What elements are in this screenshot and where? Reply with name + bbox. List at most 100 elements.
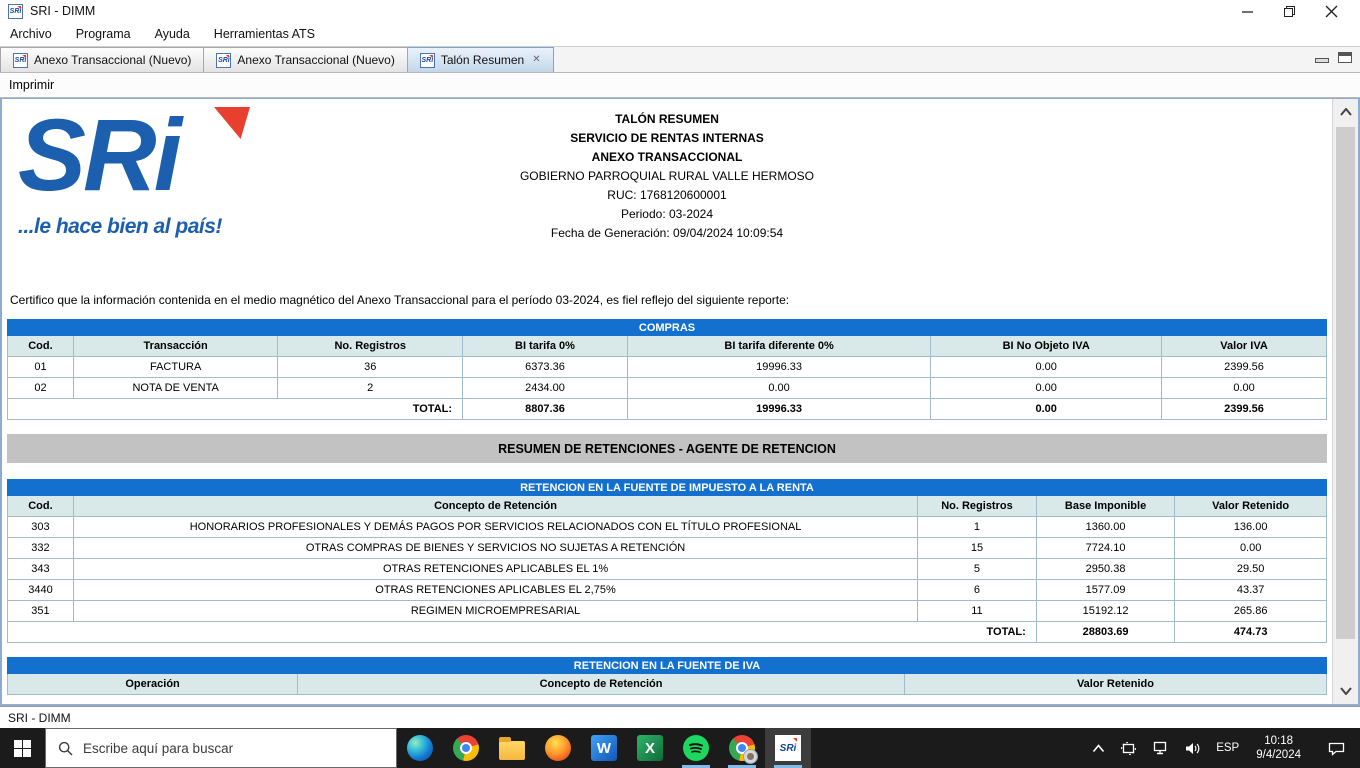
app-icon: SRi <box>8 4 23 19</box>
chrome-icon <box>453 735 479 761</box>
firefox-icon <box>545 735 571 761</box>
status-label: SRI - DIMM <box>8 711 71 725</box>
cell: 1577.09 <box>1036 580 1174 601</box>
col-header: Cod. <box>8 496 74 517</box>
restore-icon[interactable] <box>1282 4 1296 18</box>
table-row: 332 OTRAS COMPRAS DE BIENES Y SERVICIOS … <box>8 538 1327 559</box>
taskbar-sri-dimm[interactable]: SRi <box>765 728 811 768</box>
compras-table: COMPRAS Cod. Transacción No. Registros B… <box>7 319 1327 420</box>
taskbar-file-explorer[interactable] <box>489 728 535 768</box>
cell: 29.50 <box>1175 559 1327 580</box>
cell: OTRAS RETENCIONES APLICABLES EL 1% <box>73 559 917 580</box>
file-explorer-icon <box>499 741 525 760</box>
menu-herramientas-ats[interactable]: Herramientas ATS <box>214 27 315 41</box>
table-row: 351 REGIMEN MICROEMPRESARIAL 11 15192.12… <box>8 601 1327 622</box>
menu-bar: Archivo Programa Ayuda Herramientas ATS <box>0 22 1360 46</box>
tray-tablet-mode-icon[interactable] <box>1112 728 1145 768</box>
tab-anexo-transaccional-1[interactable]: SRi Anexo Transaccional (Nuevo) <box>0 47 204 72</box>
total-cell: 28803.69 <box>1036 622 1174 643</box>
cell: 351 <box>8 601 74 622</box>
cell: 303 <box>8 517 74 538</box>
total-cell: 19996.33 <box>627 399 930 420</box>
cell: 2950.38 <box>1036 559 1174 580</box>
vertical-scrollbar[interactable] <box>1332 99 1358 704</box>
cell: 15 <box>918 538 1037 559</box>
col-header: Cod. <box>8 336 74 357</box>
system-tray: ESP 10:18 9/4/2024 <box>1085 728 1360 768</box>
cell: REGIMEN MICROEMPRESARIAL <box>73 601 917 622</box>
scroll-down-icon[interactable] <box>1333 680 1358 702</box>
imprimir-button[interactable]: Imprimir <box>9 78 54 92</box>
scroll-up-icon[interactable] <box>1333 101 1358 123</box>
col-header: BI tarifa diferente 0% <box>627 336 930 357</box>
taskbar-spotify[interactable] <box>673 728 719 768</box>
col-header: Valor Retenido <box>904 674 1326 695</box>
col-header: No. Registros <box>278 336 463 357</box>
menu-programa[interactable]: Programa <box>76 27 131 41</box>
tab-talon-resumen[interactable]: SRi Talón Resumen ✕ <box>408 47 554 72</box>
tray-clock[interactable]: 10:18 9/4/2024 <box>1246 734 1311 762</box>
total-cell: 8807.36 <box>463 399 628 420</box>
compras-title: COMPRAS <box>8 320 1327 336</box>
taskbar-edge[interactable] <box>397 728 443 768</box>
taskbar-chrome[interactable] <box>443 728 489 768</box>
cell: 1360.00 <box>1036 517 1174 538</box>
sri-logo-tagline: ...le hace bien al país! <box>18 215 268 239</box>
window-title: SRI - DIMM <box>30 4 95 18</box>
start-button[interactable] <box>0 728 45 768</box>
minimize-icon[interactable] <box>1240 4 1254 18</box>
taskbar-search[interactable] <box>45 728 397 768</box>
edge-icon <box>407 735 433 761</box>
menu-ayuda[interactable]: Ayuda <box>155 27 190 41</box>
col-header: Concepto de Retención <box>298 674 905 695</box>
tray-network-icon[interactable] <box>1145 728 1177 768</box>
cell: 136.00 <box>1175 517 1327 538</box>
col-header: BI No Objeto IVA <box>931 336 1162 357</box>
search-input[interactable] <box>83 741 343 756</box>
toolbar: Imprimir <box>0 72 1360 98</box>
iva-header-row: Operación Concepto de Retención Valor Re… <box>8 674 1327 695</box>
col-header: BI tarifa 0% <box>463 336 628 357</box>
total-cell: 2399.56 <box>1162 399 1327 420</box>
menu-archivo[interactable]: Archivo <box>10 27 52 41</box>
total-label: TOTAL: <box>8 622 1037 643</box>
profile-avatar <box>743 749 758 764</box>
cell: 0.00 <box>627 378 930 399</box>
report-view: SRi ...le hace bien al país! TALÓN RESUM… <box>0 98 1360 706</box>
taskbar-word[interactable]: W <box>581 728 627 768</box>
renta-total-row: TOTAL: 28803.69 474.73 <box>8 622 1327 643</box>
tab-close-icon[interactable]: ✕ <box>532 55 540 65</box>
cell: 343 <box>8 559 74 580</box>
cell: 36 <box>278 357 463 378</box>
view-maximize-icon[interactable] <box>1338 52 1352 63</box>
cell: 0.00 <box>931 378 1162 399</box>
taskbar-firefox[interactable] <box>535 728 581 768</box>
tray-chevron-up-icon[interactable] <box>1085 728 1112 768</box>
sri-dimm-icon: SRi <box>775 735 801 761</box>
sri-tab-icon: SRi <box>420 53 435 68</box>
word-icon: W <box>591 735 617 761</box>
status-bar: SRI - DIMM <box>0 706 1360 728</box>
cell: 5 <box>918 559 1037 580</box>
renta-title: RETENCION EN LA FUENTE DE IMPUESTO A LA … <box>8 480 1327 496</box>
chrome-profile-icon <box>729 735 755 761</box>
tab-anexo-transaccional-2[interactable]: SRi Anexo Transaccional (Nuevo) <box>204 47 407 72</box>
tray-volume-icon[interactable] <box>1177 728 1209 768</box>
cell: 2399.56 <box>1162 357 1327 378</box>
cell: FACTURA <box>73 357 277 378</box>
cell: 19996.33 <box>627 357 930 378</box>
iva-title: RETENCION EN LA FUENTE DE IVA <box>8 658 1327 674</box>
title-bar: SRi SRI - DIMM <box>0 0 1360 22</box>
taskbar-chrome-profile[interactable] <box>719 728 765 768</box>
view-minimize-icon[interactable] <box>1315 58 1329 63</box>
tray-time: 10:18 <box>1256 734 1301 748</box>
scrollbar-thumb[interactable] <box>1336 127 1355 639</box>
cell: 0.00 <box>1175 538 1327 559</box>
col-header: Transacción <box>73 336 277 357</box>
table-row: 02 NOTA DE VENTA 2 2434.00 0.00 0.00 0.0… <box>8 378 1327 399</box>
tray-language[interactable]: ESP <box>1209 728 1246 768</box>
close-icon[interactable] <box>1324 4 1338 18</box>
taskbar-excel[interactable]: X <box>627 728 673 768</box>
action-center-icon[interactable] <box>1311 728 1360 768</box>
spotify-icon <box>683 735 709 761</box>
